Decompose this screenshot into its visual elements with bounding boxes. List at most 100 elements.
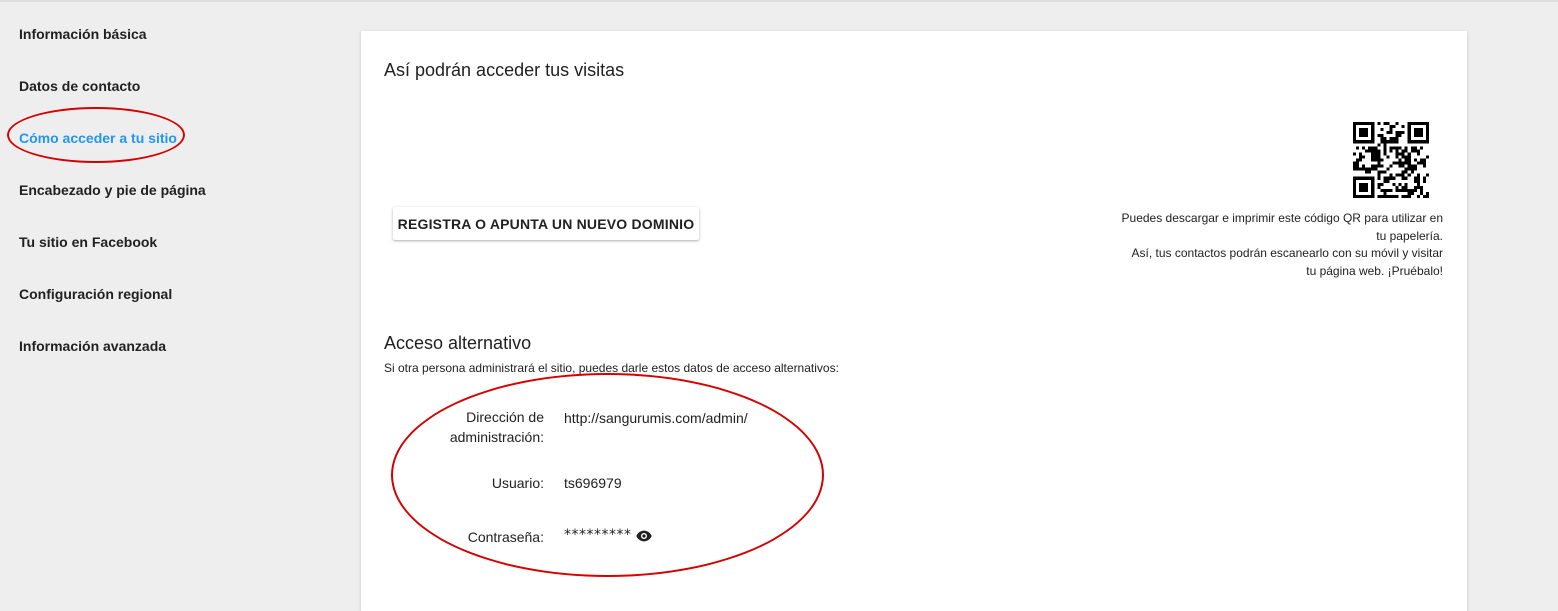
qr-code-icon[interactable]: [1353, 122, 1429, 198]
qr-module: [1353, 179, 1357, 183]
qr-module: [1407, 128, 1411, 132]
qr-module: [1377, 161, 1381, 165]
qr-module: [1374, 149, 1378, 153]
sidebar-item-datos-de-contacto[interactable]: Datos de contacto: [19, 78, 140, 94]
qr-module: [1359, 128, 1363, 132]
qr-module: [1407, 191, 1411, 195]
qr-module: [1353, 167, 1357, 171]
qr-module: [1353, 176, 1357, 180]
qr-module: [1371, 182, 1375, 186]
qr-module: [1371, 164, 1375, 168]
qr-module: [1386, 176, 1390, 180]
qr-module: [1404, 167, 1408, 171]
qr-module: [1422, 194, 1426, 198]
qr-module: [1416, 194, 1420, 198]
qr-module: [1407, 140, 1411, 144]
qr-module: [1425, 128, 1429, 132]
qr-module: [1416, 149, 1420, 153]
sidebar-item-como-acceder[interactable]: Cómo acceder a tu sitio: [19, 130, 177, 146]
qr-module: [1365, 170, 1369, 174]
qr-module: [1371, 146, 1375, 150]
qr-module: [1422, 122, 1426, 126]
qr-module: [1419, 188, 1423, 192]
qr-module: [1359, 122, 1363, 126]
user-label: Usuario:: [491, 475, 544, 491]
qr-module: [1380, 182, 1384, 186]
qr-module: [1425, 122, 1429, 126]
qr-module: [1356, 122, 1360, 126]
access-card: Así podrán acceder tus visitas REGISTRA …: [361, 31, 1467, 611]
qr-module: [1380, 170, 1384, 174]
qr-module: [1422, 140, 1426, 144]
sidebar-item-informacion-basica[interactable]: Información básica: [19, 26, 147, 42]
qr-module: [1371, 194, 1375, 198]
qr-module: [1410, 146, 1414, 150]
qr-module: [1365, 140, 1369, 144]
qr-module: [1425, 137, 1429, 141]
password-field: *********: [564, 527, 652, 543]
qr-module: [1356, 140, 1360, 144]
qr-module: [1401, 125, 1405, 129]
qr-module: [1353, 161, 1357, 165]
register-domain-button[interactable]: REGISTRA O APUNTA UN NUEVO DOMINIO: [393, 207, 699, 240]
sidebar-item-facebook[interactable]: Tu sitio en Facebook: [19, 234, 157, 250]
qr-module: [1383, 176, 1387, 180]
qr-module: [1356, 167, 1360, 171]
sidebar-item-informacion-avanzada[interactable]: Información avanzada: [19, 338, 166, 354]
qr-module: [1407, 173, 1411, 177]
qr-module: [1371, 158, 1375, 162]
qr-module: [1404, 188, 1408, 192]
qr-module: [1365, 131, 1369, 135]
qr-module: [1356, 164, 1360, 168]
qr-module: [1386, 155, 1390, 159]
qr-module: [1395, 152, 1399, 156]
qr-module: [1353, 188, 1357, 192]
qr-module: [1365, 176, 1369, 180]
qr-module: [1365, 122, 1369, 126]
qr-module: [1401, 131, 1405, 135]
qr-module: [1416, 179, 1420, 183]
qr-module: [1407, 122, 1411, 126]
qr-module: [1395, 122, 1399, 126]
qr-module: [1368, 176, 1372, 180]
qr-text-line: Así, tus contactos podrán escanearlo con…: [1131, 246, 1443, 260]
qr-module: [1386, 167, 1390, 171]
qr-module: [1389, 146, 1393, 150]
qr-module: [1374, 167, 1378, 171]
qr-module: [1401, 170, 1405, 174]
qr-module: [1422, 179, 1426, 183]
qr-module: [1392, 137, 1396, 141]
qr-module: [1404, 170, 1408, 174]
qr-module: [1374, 164, 1378, 168]
qr-module: [1371, 179, 1375, 183]
qr-module: [1395, 155, 1399, 159]
qr-module: [1377, 122, 1381, 126]
qr-module: [1368, 146, 1372, 150]
qr-module: [1371, 152, 1375, 156]
admin-url-value[interactable]: http://sangurumis.com/admin/: [564, 408, 748, 428]
qr-module: [1365, 185, 1369, 189]
qr-module: [1383, 146, 1387, 150]
qr-module: [1383, 170, 1387, 174]
qr-module: [1398, 182, 1402, 186]
qr-module: [1404, 149, 1408, 153]
qr-module: [1401, 164, 1405, 168]
qr-module: [1392, 161, 1396, 165]
qr-module: [1407, 167, 1411, 171]
qr-module: [1407, 131, 1411, 135]
qr-module: [1395, 185, 1399, 189]
qr-module: [1389, 149, 1393, 153]
qr-module: [1425, 191, 1429, 195]
qr-module: [1353, 164, 1357, 168]
qr-module: [1401, 188, 1405, 192]
sidebar-item-configuracion-regional[interactable]: Configuración regional: [19, 286, 172, 302]
sidebar: Información básica Datos de contacto Cóm…: [0, 0, 340, 598]
sidebar-item-encabezado-pie[interactable]: Encabezado y pie de página: [19, 182, 206, 198]
qr-module: [1389, 188, 1393, 192]
qr-module: [1362, 164, 1366, 168]
eye-icon[interactable]: [635, 529, 652, 542]
qr-module: [1380, 140, 1384, 144]
qr-module: [1425, 140, 1429, 144]
alternate-access-title: Acceso alternativo: [384, 333, 532, 353]
qr-module: [1398, 188, 1402, 192]
